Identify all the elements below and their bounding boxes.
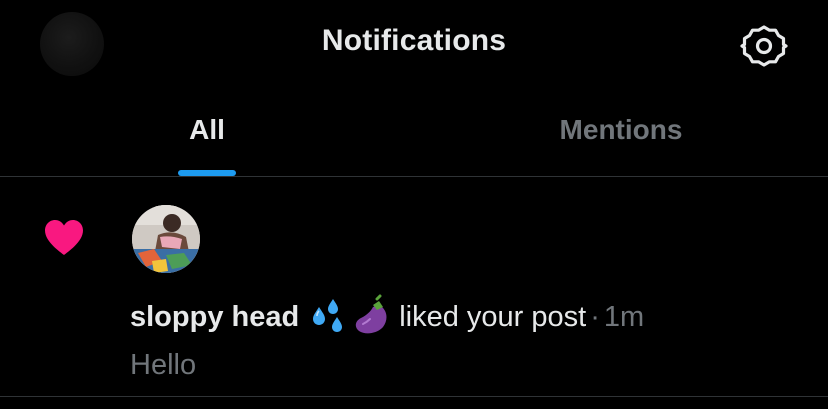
tab-bar: All Mentions <box>0 92 828 176</box>
notification-username[interactable]: sloppy head <box>130 301 299 333</box>
settings-button[interactable] <box>740 22 788 70</box>
eggplant-icon <box>356 294 387 334</box>
sweat-droplets-icon <box>313 299 343 333</box>
tab-mentions-label: Mentions <box>559 114 683 145</box>
gear-icon <box>740 22 788 70</box>
notification-item[interactable]: sloppy head liked your post · 1m Hello <box>0 177 828 397</box>
separator-dot: · <box>590 301 600 333</box>
header: Notifications <box>0 0 828 90</box>
divider <box>0 396 828 397</box>
post-preview-text: Hello <box>130 349 197 381</box>
tab-mentions[interactable]: Mentions <box>414 92 828 176</box>
notification-action: liked your post <box>399 301 587 333</box>
user-avatar[interactable] <box>132 205 200 273</box>
notification-line: sloppy head liked your post · 1m <box>130 293 645 340</box>
page-title: Notifications <box>321 24 507 57</box>
notifications-screen: Notifications All Mentions sloppy head l… <box>0 0 828 409</box>
heart-icon <box>42 217 86 257</box>
username-emojis <box>307 293 393 337</box>
tab-all-label: All <box>189 114 225 145</box>
tab-all[interactable]: All <box>0 92 414 176</box>
notification-time: 1m <box>603 301 645 333</box>
